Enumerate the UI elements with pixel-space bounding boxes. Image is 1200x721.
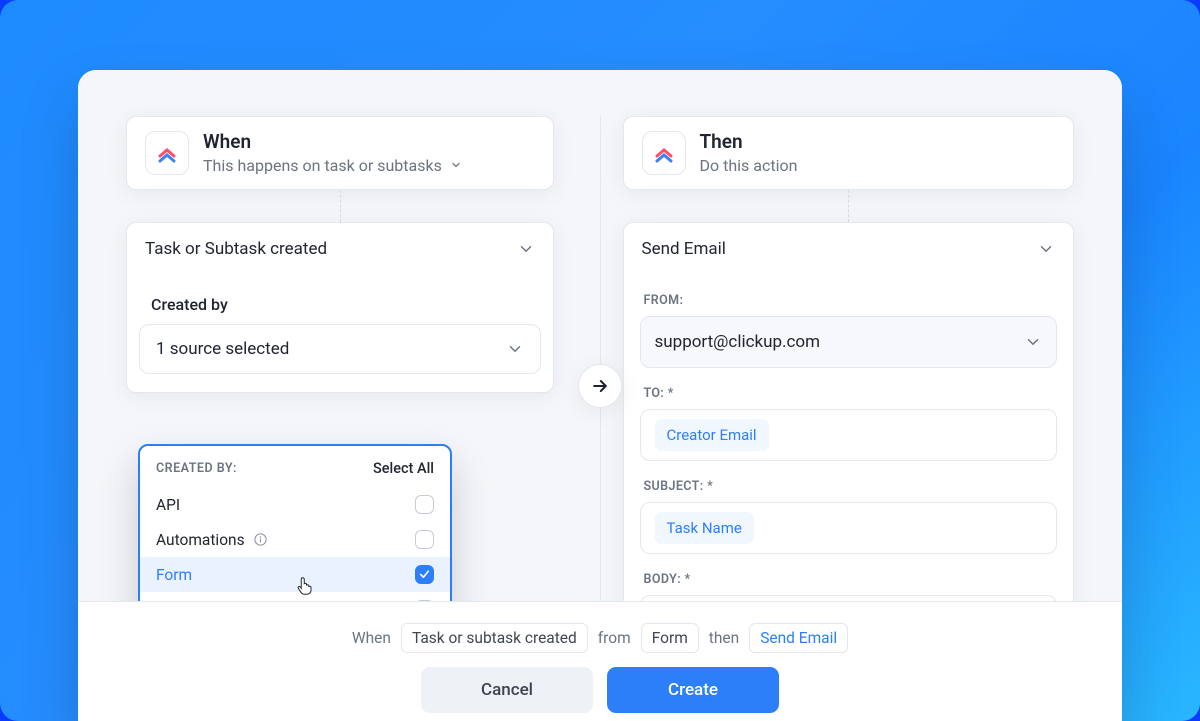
- source-select[interactable]: 1 source selected: [139, 324, 541, 374]
- subject-input[interactable]: Task Name: [640, 502, 1058, 554]
- chevron-down-icon: [517, 240, 535, 258]
- clickup-logo-icon: [155, 141, 179, 165]
- then-config-card: Send Email FROM: support@clickup.com TO:…: [623, 222, 1075, 644]
- dropdown-heading: CREATED BY:: [156, 461, 237, 476]
- subject-chip[interactable]: Task Name: [655, 512, 754, 544]
- to-label: TO: *: [644, 386, 1058, 401]
- modal-footer: When Task or subtask created from Form t…: [78, 601, 1122, 721]
- create-button[interactable]: Create: [607, 667, 779, 713]
- created-by-label: Created by: [151, 295, 541, 314]
- summary-trigger: Task or subtask created: [401, 623, 588, 653]
- then-header-card[interactable]: Then Do this action: [623, 116, 1075, 190]
- when-subtitle[interactable]: This happens on task or subtasks: [203, 156, 462, 175]
- check-icon: [418, 568, 431, 581]
- then-subtitle: Do this action: [700, 156, 798, 175]
- summary-action: Send Email: [749, 623, 848, 653]
- trigger-select[interactable]: Task or Subtask created: [127, 223, 553, 275]
- cancel-button[interactable]: Cancel: [421, 667, 593, 713]
- dropdown-option-form[interactable]: Form: [140, 557, 450, 592]
- from-label: FROM:: [644, 293, 1058, 308]
- select-all-button[interactable]: Select All: [373, 460, 434, 477]
- to-chip[interactable]: Creator Email: [655, 419, 769, 451]
- connector-line: [126, 190, 554, 222]
- dropdown-option-automations[interactable]: Automations: [140, 522, 450, 557]
- automation-summary: When Task or subtask created from Form t…: [352, 623, 848, 653]
- checkbox[interactable]: [415, 530, 434, 549]
- body-label: BODY: *: [644, 572, 1058, 587]
- checkbox-checked[interactable]: [415, 565, 434, 584]
- then-title: Then: [700, 131, 798, 154]
- arrow-right-icon: [590, 376, 610, 396]
- chevron-down-icon: [1024, 333, 1042, 351]
- info-icon: [253, 532, 268, 547]
- chevron-down-icon: [450, 159, 462, 171]
- pointer-cursor-icon: [296, 575, 314, 597]
- automation-builder-modal: When This happens on task or subtasks Ta…: [78, 70, 1122, 721]
- chevron-down-icon: [1037, 240, 1055, 258]
- clickup-logo: [642, 131, 686, 175]
- when-config-card: Task or Subtask created Created by 1 sou…: [126, 222, 554, 393]
- checkbox[interactable]: [415, 495, 434, 514]
- to-input[interactable]: Creator Email: [640, 409, 1058, 461]
- connector-line: [623, 190, 1075, 222]
- summary-source: Form: [641, 623, 699, 653]
- when-header-card[interactable]: When This happens on task or subtasks: [126, 116, 554, 190]
- subject-label: SUBJECT: *: [644, 479, 1058, 494]
- action-select[interactable]: Send Email: [624, 223, 1074, 275]
- flow-arrow: [578, 364, 622, 408]
- clickup-logo: [145, 131, 189, 175]
- from-select[interactable]: support@clickup.com: [640, 316, 1058, 368]
- background-gradient: When This happens on task or subtasks Ta…: [0, 0, 1200, 721]
- clickup-logo-icon: [652, 141, 676, 165]
- dropdown-option-api[interactable]: API: [140, 487, 450, 522]
- when-title: When: [203, 131, 462, 154]
- chevron-down-icon: [506, 340, 524, 358]
